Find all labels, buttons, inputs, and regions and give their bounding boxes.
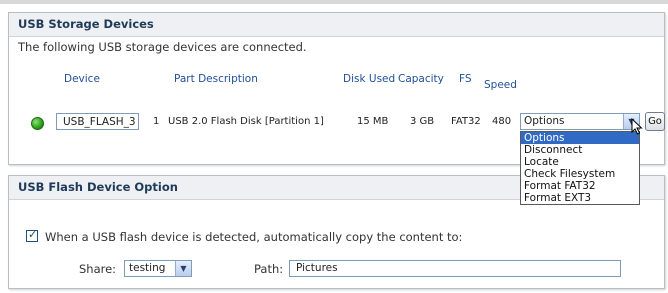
connected-devices-note: The following USB storage devices are co… <box>18 40 307 54</box>
menu-item-options[interactable]: Options <box>521 132 639 144</box>
path-label: Path: <box>254 262 284 276</box>
menu-item-disconnect[interactable]: Disconnect <box>521 144 639 156</box>
menu-item-check-filesystem[interactable]: Check Filesystem <box>521 168 639 180</box>
device-action-selected: Options <box>524 115 565 127</box>
disk-used-value: 15 MB <box>357 116 389 127</box>
device-action-select[interactable]: Options ▼ <box>520 113 640 130</box>
device-name-field[interactable]: USB_FLASH_3 <box>56 113 139 130</box>
share-selected-value: testing <box>129 262 166 274</box>
top-border <box>0 0 668 4</box>
menu-item-format-ext3[interactable]: Format EXT3 <box>521 192 639 204</box>
menu-item-locate[interactable]: Locate <box>521 156 639 168</box>
speed-value: 480 <box>492 116 512 127</box>
mouse-cursor-icon <box>631 118 643 135</box>
column-header-disk-used: Disk Used <box>343 73 396 85</box>
column-header-device: Device <box>64 73 100 85</box>
chevron-down-icon[interactable]: ▼ <box>175 261 191 276</box>
menu-item-format-fat32[interactable]: Format FAT32 <box>521 180 639 192</box>
auto-copy-label: When a USB flash device is detected, aut… <box>45 230 463 244</box>
fs-value: FAT32 <box>451 116 481 127</box>
share-select[interactable]: testing ▼ <box>124 260 192 277</box>
device-action-dropdown: Options Disconnect Locate Check Filesyst… <box>520 131 640 205</box>
auto-copy-checkbox[interactable] <box>26 228 38 242</box>
column-header-speed: Speed <box>484 79 517 91</box>
panel-title: USB Storage Devices <box>9 13 664 37</box>
partition-number: 1 <box>153 116 160 127</box>
go-button[interactable]: Go <box>645 112 665 131</box>
share-label: Share: <box>79 262 117 276</box>
column-header-part-description: Part Description <box>174 73 258 85</box>
column-header-capacity: Capacity <box>398 73 444 85</box>
column-header-fs: FS <box>459 73 472 85</box>
status-led-icon <box>31 117 44 130</box>
part-description: USB 2.0 Flash Disk [Partition 1] <box>168 116 324 127</box>
capacity-value: 3 GB <box>410 116 435 127</box>
path-input[interactable]: Pictures <box>289 260 621 277</box>
